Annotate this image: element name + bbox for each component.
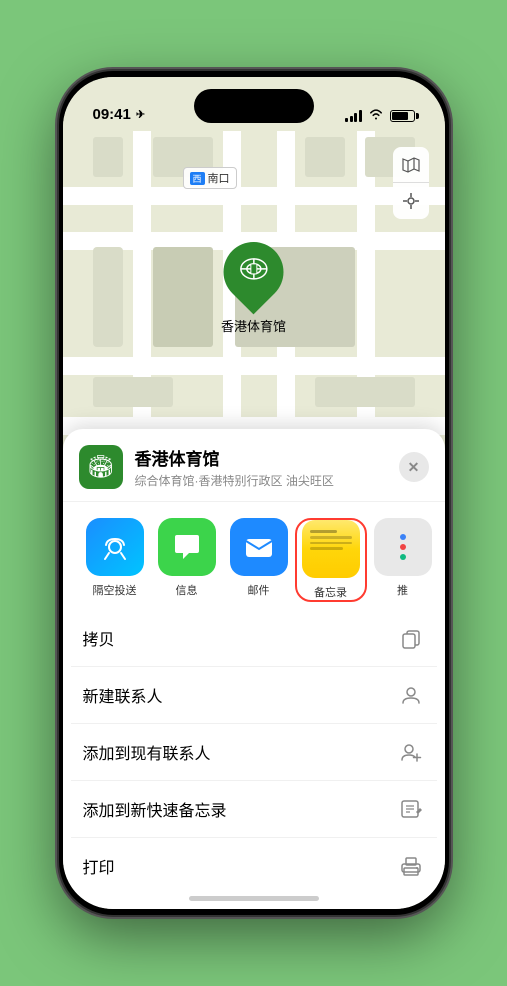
copy-icon: [397, 624, 425, 652]
phone-screen: 09:41 ✈: [63, 77, 445, 909]
status-time: 09:41 ✈: [93, 106, 146, 123]
venue-sub: 综合体育馆·香港特别行政区 油尖旺区: [135, 472, 399, 489]
more-label: 推: [397, 582, 408, 598]
action-print[interactable]: 打印: [71, 838, 437, 894]
action-add-existing-label: 添加到现有联系人: [83, 740, 397, 764]
status-icons: [345, 108, 415, 123]
venue-icon: 🏟: [79, 445, 123, 489]
map-label: 西 南口: [183, 167, 237, 189]
action-copy-label: 拷贝: [83, 626, 397, 650]
battery-icon: [390, 110, 415, 122]
pin-circle: [211, 230, 296, 315]
quick-note-icon: [397, 795, 425, 823]
person-add-icon: [397, 738, 425, 766]
messages-icon: [158, 518, 216, 576]
action-new-contact-label: 新建联系人: [83, 683, 397, 707]
notes-icon: [302, 520, 360, 578]
bottom-sheet: 🏟 香港体育馆 综合体育馆·香港特别行政区 油尖旺区 ✕: [63, 429, 445, 909]
share-item-messages[interactable]: 信息: [151, 518, 223, 602]
action-print-label: 打印: [83, 854, 397, 878]
action-list: 拷贝 新建联系人: [63, 610, 445, 894]
more-icon: [374, 518, 432, 576]
phone-frame: 09:41 ✈: [59, 71, 449, 915]
pin-label: 香港体育馆: [221, 316, 286, 335]
time-display: 09:41: [93, 106, 131, 123]
airdrop-icon: [86, 518, 144, 576]
share-item-more[interactable]: 推: [367, 518, 439, 602]
venue-info: 香港体育馆 综合体育馆·香港特别行政区 油尖旺区: [135, 445, 399, 489]
venue-name: 香港体育馆: [135, 445, 399, 470]
person-icon: [397, 681, 425, 709]
mail-icon: [230, 518, 288, 576]
share-row: 隔空投送 信息: [63, 502, 445, 610]
sheet-header: 🏟 香港体育馆 综合体育馆·香港特别行政区 油尖旺区 ✕: [63, 429, 445, 502]
notes-label: 备忘录: [314, 584, 347, 600]
messages-label: 信息: [176, 582, 198, 598]
share-item-airdrop[interactable]: 隔空投送: [79, 518, 151, 602]
home-indicator: [189, 896, 319, 901]
print-icon: [397, 852, 425, 880]
action-quick-note-label: 添加到新快速备忘录: [83, 797, 397, 821]
signal-icon: [345, 110, 362, 122]
action-add-existing[interactable]: 添加到现有联系人: [71, 724, 437, 781]
close-button[interactable]: ✕: [399, 452, 429, 482]
action-copy[interactable]: 拷贝: [71, 610, 437, 667]
map-label-text: 南口: [208, 170, 230, 186]
share-item-mail[interactable]: 邮件: [223, 518, 295, 602]
map-controls: [393, 147, 429, 219]
stadium-pin[interactable]: 香港体育馆: [221, 242, 286, 335]
wifi-icon: [368, 108, 384, 123]
action-quick-note[interactable]: 添加到新快速备忘录: [71, 781, 437, 838]
map-type-button[interactable]: [393, 147, 429, 183]
location-arrow-icon: ✈: [136, 108, 145, 121]
pin-icon: [238, 254, 268, 291]
mail-label: 邮件: [248, 582, 270, 598]
airdrop-label: 隔空投送: [93, 582, 137, 598]
share-item-notes[interactable]: 备忘录: [295, 518, 367, 602]
dynamic-island: [194, 89, 314, 123]
action-new-contact[interactable]: 新建联系人: [71, 667, 437, 724]
location-button[interactable]: [393, 183, 429, 219]
